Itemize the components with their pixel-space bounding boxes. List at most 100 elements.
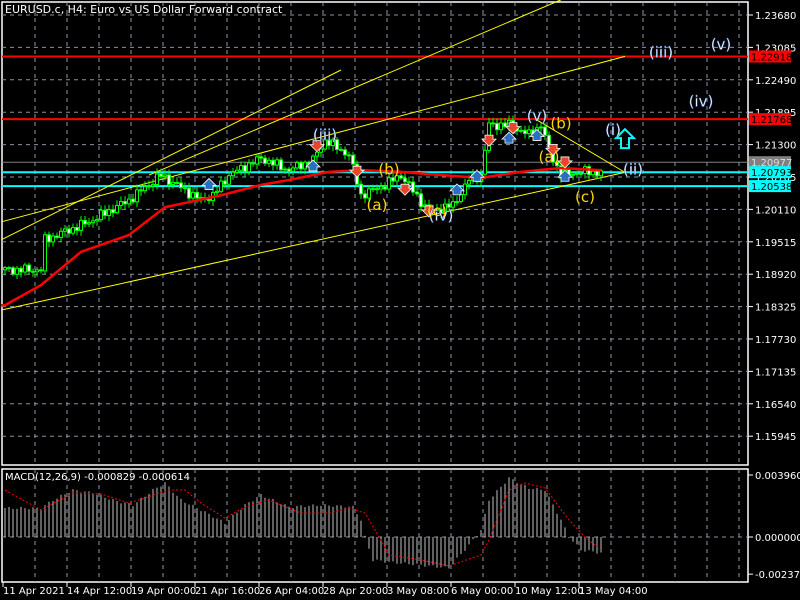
candle-body xyxy=(455,201,459,204)
candle-body xyxy=(595,170,599,177)
candle-body xyxy=(7,267,11,270)
candle-body xyxy=(63,228,67,232)
candle-body xyxy=(519,129,523,132)
price-axis-label: 1.19515 xyxy=(755,238,796,249)
candle-body xyxy=(283,168,287,171)
candle-body xyxy=(135,189,139,203)
candle-body xyxy=(35,269,39,273)
candle-body xyxy=(19,267,23,273)
candle-body xyxy=(147,185,151,188)
candle-body xyxy=(247,162,251,173)
time-axis-label: 13 May 04:00 xyxy=(579,586,648,597)
candle-body xyxy=(319,148,323,153)
candle-body xyxy=(275,159,279,166)
candle-body xyxy=(403,177,407,183)
candle-body xyxy=(47,234,51,243)
buy-arrow-icon xyxy=(501,131,517,144)
candle-body xyxy=(55,235,59,238)
candle-body xyxy=(223,180,227,185)
macd-title: MACD(12,26,9) -0.000829 -0.000614 xyxy=(5,472,190,483)
candle-body xyxy=(271,159,275,166)
buy-arrow-icon xyxy=(305,159,321,172)
candle-body xyxy=(351,154,355,165)
trend-line xyxy=(0,69,342,241)
candle-body xyxy=(339,148,343,151)
candle-body xyxy=(291,167,295,172)
candle-body xyxy=(251,162,255,165)
price-axis-label: 1.20110 xyxy=(755,205,796,216)
buy-arrow-icon xyxy=(201,177,217,190)
candle-body xyxy=(243,165,247,173)
candle-body xyxy=(383,186,387,190)
candle-body xyxy=(179,182,183,189)
candle-body xyxy=(523,129,527,135)
candle-body xyxy=(175,181,179,184)
candle-body xyxy=(575,172,579,175)
candle-body xyxy=(195,191,199,199)
price-axis-label: 1.23680 xyxy=(755,11,796,22)
candle-body xyxy=(371,188,375,191)
candle-body xyxy=(235,169,239,173)
wave-label: (b) xyxy=(378,161,399,179)
price-chart[interactable]: 1.236801.230851.224901.218951.213001.207… xyxy=(0,0,800,600)
wave-label: (c) xyxy=(427,202,447,220)
wave-label: (b) xyxy=(550,114,571,132)
wave-label: (v) xyxy=(711,35,732,53)
candle-body xyxy=(71,227,75,234)
candle-body xyxy=(279,159,283,171)
candle-body xyxy=(155,173,159,186)
candle-body xyxy=(127,198,131,205)
candle-body xyxy=(387,177,391,190)
candle-body xyxy=(495,122,499,131)
candle-body xyxy=(131,198,135,203)
candle-body xyxy=(359,183,363,195)
candle-body xyxy=(467,179,471,185)
candle-body xyxy=(107,209,111,216)
wave-label: (v) xyxy=(527,107,548,125)
candle-body xyxy=(119,201,123,206)
candle-body xyxy=(123,201,127,205)
candle-body xyxy=(343,149,347,156)
candle-body xyxy=(419,193,423,208)
wave-label: (a) xyxy=(539,148,560,166)
candle-body xyxy=(207,198,211,202)
price-level-label: 1.20538 xyxy=(751,182,792,193)
candle-body xyxy=(259,156,263,159)
candle-body xyxy=(51,235,55,243)
wave-label: (i) xyxy=(605,121,621,139)
time-axis-label: 11 Apr 2021 xyxy=(3,586,65,597)
candle-body xyxy=(139,189,143,192)
time-axis-label: 28 Apr 20:00 xyxy=(323,586,388,597)
candle-body xyxy=(91,220,95,224)
candle-body xyxy=(67,228,71,234)
candle-body xyxy=(411,181,415,193)
candle-body xyxy=(103,209,107,216)
price-level-label: 1.22918 xyxy=(751,52,792,63)
candle-body xyxy=(539,126,543,129)
candle-body xyxy=(151,184,155,187)
candle-body xyxy=(267,159,271,164)
candle-body xyxy=(167,174,171,185)
candle-body xyxy=(111,209,115,214)
candle-body xyxy=(183,187,187,190)
candle-body xyxy=(43,234,47,272)
candle-body xyxy=(239,165,243,171)
price-axis-label: 1.17730 xyxy=(755,335,796,346)
time-axis-label: 6 May 00:00 xyxy=(451,586,513,597)
candle-body xyxy=(483,149,487,175)
candle-body xyxy=(347,154,351,157)
time-axis-label: 3 May 08:00 xyxy=(387,586,449,597)
time-axis-label: 10 May 12:00 xyxy=(515,586,584,597)
candle-body xyxy=(503,122,507,128)
candle-body xyxy=(459,194,463,203)
candle-body xyxy=(407,181,411,184)
candle-body xyxy=(499,122,503,131)
candle-body xyxy=(75,227,79,231)
candle-body xyxy=(191,191,195,199)
wave-label: (ii) xyxy=(623,161,643,179)
candle-body xyxy=(99,209,103,221)
candle-body xyxy=(163,174,167,177)
candle-body xyxy=(159,173,163,177)
candle-body xyxy=(27,264,31,272)
candle-body xyxy=(83,219,87,225)
